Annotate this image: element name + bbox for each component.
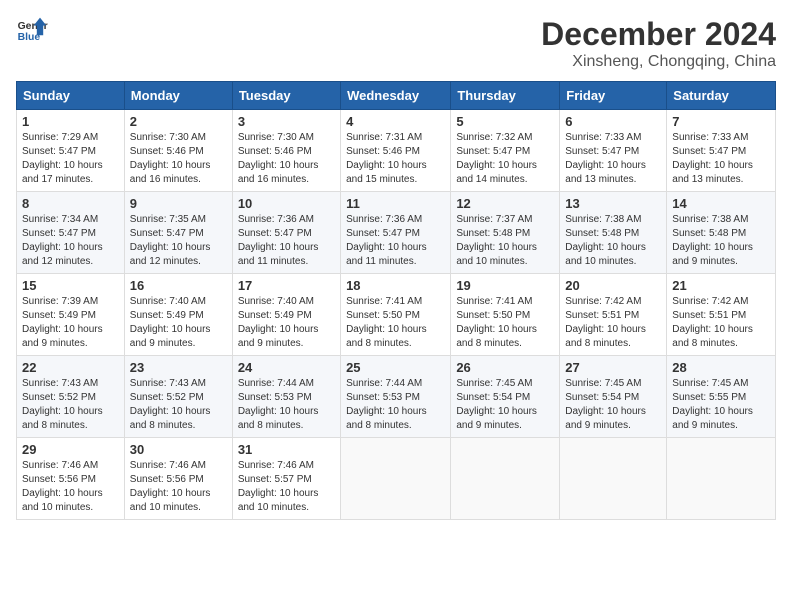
calendar-day-14: 14Sunrise: 7:38 AMSunset: 5:48 PMDayligh… (667, 192, 776, 274)
calendar-day-20: 20Sunrise: 7:42 AMSunset: 5:51 PMDayligh… (560, 274, 667, 356)
header-saturday: Saturday (667, 82, 776, 110)
header-monday: Monday (124, 82, 232, 110)
calendar-day-26: 26Sunrise: 7:45 AMSunset: 5:54 PMDayligh… (451, 356, 560, 438)
calendar-day-30: 30Sunrise: 7:46 AMSunset: 5:56 PMDayligh… (124, 438, 232, 520)
calendar-week-1: 8Sunrise: 7:34 AMSunset: 5:47 PMDaylight… (17, 192, 776, 274)
calendar-day-28: 28Sunrise: 7:45 AMSunset: 5:55 PMDayligh… (667, 356, 776, 438)
calendar-day-29: 29Sunrise: 7:46 AMSunset: 5:56 PMDayligh… (17, 438, 125, 520)
calendar-day-19: 19Sunrise: 7:41 AMSunset: 5:50 PMDayligh… (451, 274, 560, 356)
header-wednesday: Wednesday (341, 82, 451, 110)
calendar-day-10: 10Sunrise: 7:36 AMSunset: 5:47 PMDayligh… (232, 192, 340, 274)
calendar-week-0: 1Sunrise: 7:29 AMSunset: 5:47 PMDaylight… (17, 110, 776, 192)
logo-icon: General Blue (16, 16, 48, 44)
location: Xinsheng, Chongqing, China (541, 53, 776, 71)
calendar-day-2: 2Sunrise: 7:30 AMSunset: 5:46 PMDaylight… (124, 110, 232, 192)
title-section: December 2024 Xinsheng, Chongqing, China (541, 16, 776, 71)
header-thursday: Thursday (451, 82, 560, 110)
calendar-day-21: 21Sunrise: 7:42 AMSunset: 5:51 PMDayligh… (667, 274, 776, 356)
calendar-week-4: 29Sunrise: 7:46 AMSunset: 5:56 PMDayligh… (17, 438, 776, 520)
header-sunday: Sunday (17, 82, 125, 110)
calendar-day-6: 6Sunrise: 7:33 AMSunset: 5:47 PMDaylight… (560, 110, 667, 192)
calendar-day-27: 27Sunrise: 7:45 AMSunset: 5:54 PMDayligh… (560, 356, 667, 438)
calendar-day-3: 3Sunrise: 7:30 AMSunset: 5:46 PMDaylight… (232, 110, 340, 192)
calendar-day-16: 16Sunrise: 7:40 AMSunset: 5:49 PMDayligh… (124, 274, 232, 356)
calendar-day-11: 11Sunrise: 7:36 AMSunset: 5:47 PMDayligh… (341, 192, 451, 274)
header-friday: Friday (560, 82, 667, 110)
calendar-day-17: 17Sunrise: 7:40 AMSunset: 5:49 PMDayligh… (232, 274, 340, 356)
calendar-week-2: 15Sunrise: 7:39 AMSunset: 5:49 PMDayligh… (17, 274, 776, 356)
calendar-day-15: 15Sunrise: 7:39 AMSunset: 5:49 PMDayligh… (17, 274, 125, 356)
calendar-day-4: 4Sunrise: 7:31 AMSunset: 5:46 PMDaylight… (341, 110, 451, 192)
calendar-day-5: 5Sunrise: 7:32 AMSunset: 5:47 PMDaylight… (451, 110, 560, 192)
calendar-empty-cell (560, 438, 667, 520)
calendar-empty-cell (667, 438, 776, 520)
calendar-day-18: 18Sunrise: 7:41 AMSunset: 5:50 PMDayligh… (341, 274, 451, 356)
calendar-day-8: 8Sunrise: 7:34 AMSunset: 5:47 PMDaylight… (17, 192, 125, 274)
calendar-day-13: 13Sunrise: 7:38 AMSunset: 5:48 PMDayligh… (560, 192, 667, 274)
calendar-day-7: 7Sunrise: 7:33 AMSunset: 5:47 PMDaylight… (667, 110, 776, 192)
header-tuesday: Tuesday (232, 82, 340, 110)
month-title: December 2024 (541, 16, 776, 53)
calendar-day-23: 23Sunrise: 7:43 AMSunset: 5:52 PMDayligh… (124, 356, 232, 438)
page-header: General Blue December 2024 Xinsheng, Cho… (16, 16, 776, 71)
calendar-day-25: 25Sunrise: 7:44 AMSunset: 5:53 PMDayligh… (341, 356, 451, 438)
calendar-empty-cell (451, 438, 560, 520)
calendar-week-3: 22Sunrise: 7:43 AMSunset: 5:52 PMDayligh… (17, 356, 776, 438)
calendar-empty-cell (341, 438, 451, 520)
calendar-day-24: 24Sunrise: 7:44 AMSunset: 5:53 PMDayligh… (232, 356, 340, 438)
calendar-day-12: 12Sunrise: 7:37 AMSunset: 5:48 PMDayligh… (451, 192, 560, 274)
calendar-day-22: 22Sunrise: 7:43 AMSunset: 5:52 PMDayligh… (17, 356, 125, 438)
calendar-day-31: 31Sunrise: 7:46 AMSunset: 5:57 PMDayligh… (232, 438, 340, 520)
calendar-table: SundayMondayTuesdayWednesdayThursdayFrid… (16, 81, 776, 520)
calendar-day-9: 9Sunrise: 7:35 AMSunset: 5:47 PMDaylight… (124, 192, 232, 274)
calendar-header-row: SundayMondayTuesdayWednesdayThursdayFrid… (17, 82, 776, 110)
calendar-day-1: 1Sunrise: 7:29 AMSunset: 5:47 PMDaylight… (17, 110, 125, 192)
logo: General Blue (16, 16, 48, 44)
